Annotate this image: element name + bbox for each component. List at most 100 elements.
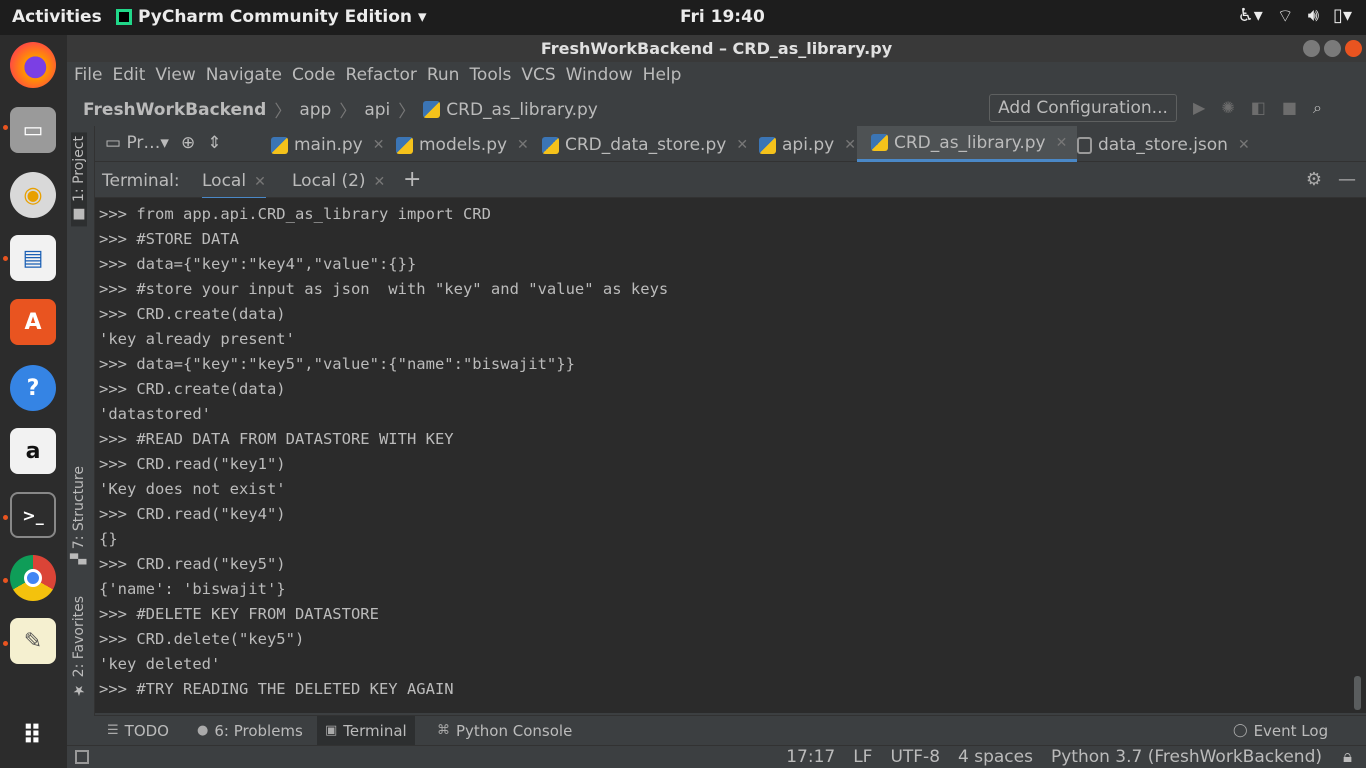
tab-main-py[interactable]: main.py ✕ <box>271 126 384 162</box>
tab-api-py[interactable]: api.py ✕ <box>759 126 856 162</box>
python-console-tool-button[interactable]: ⌘ Python Console <box>429 716 580 746</box>
file-encoding[interactable]: UTF-8 <box>890 747 940 767</box>
close-tab-icon[interactable]: ✕ <box>1056 135 1068 151</box>
python-interpreter[interactable]: Python 3.7 (FreshWorkBackend) <box>1051 747 1322 767</box>
volume-icon[interactable]: 🔊︎ <box>1308 5 1319 28</box>
activities-button[interactable]: Activities <box>12 7 102 27</box>
project-view-selector[interactable]: ▭ Pr…▾ ⊕ ⇕ <box>105 133 221 153</box>
help-icon[interactable]: ? <box>10 365 56 411</box>
terminal-tab-local[interactable]: Local ✕ <box>202 171 266 200</box>
window-titlebar[interactable]: FreshWorkBackend – CRD_as_library.py <box>67 35 1366 62</box>
terminal-icon[interactable]: >_ <box>10 492 56 538</box>
search-icon[interactable]: ⌕ <box>1313 98 1322 118</box>
clock[interactable]: Fri 19:40 <box>680 7 765 27</box>
terminal-scrollbar[interactable] <box>1348 198 1366 713</box>
debug-icon[interactable]: ✺ <box>1221 98 1234 118</box>
terminal-tab-local-2[interactable]: Local (2) ✕ <box>292 171 385 191</box>
menu-edit[interactable]: Edit <box>112 62 151 90</box>
files-icon[interactable]: ▭ <box>10 107 56 153</box>
favorites-tool-label: 2: Favorites <box>71 596 87 678</box>
menu-refactor[interactable]: Refactor <box>346 62 423 90</box>
close-tab-icon[interactable]: ✕ <box>736 137 748 153</box>
firefox-icon[interactable] <box>10 42 56 88</box>
terminal-line: {} <box>99 530 118 548</box>
minimize-icon[interactable] <box>1303 40 1320 57</box>
lock-icon[interactable]: 🔒︎ <box>1343 747 1352 767</box>
breadcrumb-app[interactable]: app <box>299 100 331 120</box>
todo-tool-button[interactable]: ☰ TODO <box>99 716 177 746</box>
project-tool-button[interactable]: ■ 1: Project <box>71 132 87 227</box>
event-log-tool-button[interactable]: ◯ Event Log <box>1225 716 1336 746</box>
text-editor-icon[interactable]: ✎ <box>10 618 56 664</box>
locate-icon[interactable]: ⊕ <box>181 133 195 153</box>
new-terminal-icon[interactable]: + <box>403 167 421 192</box>
structure-tool-button[interactable]: ▞ 7: Structure <box>71 466 87 564</box>
event-log-label: Event Log <box>1253 722 1329 740</box>
tool-windows-toggle-icon[interactable] <box>75 750 89 764</box>
gear-icon[interactable]: ⚙ <box>1306 169 1322 190</box>
close-tab-icon[interactable]: ✕ <box>254 174 266 190</box>
app-menu[interactable]: PyCharm Community Edition ▾ <box>116 7 427 27</box>
python-file-icon <box>271 136 288 154</box>
show-apps-icon[interactable]: ⠿ <box>10 713 56 759</box>
tab-data-store-json[interactable]: data_store.json ✕ <box>1077 126 1250 162</box>
terminal-output[interactable]: >>> from app.api.CRD_as_library import C… <box>95 198 1348 713</box>
software-icon[interactable]: A <box>10 299 56 345</box>
tab-label: models.py <box>419 135 508 155</box>
chrome-icon[interactable] <box>10 555 56 601</box>
close-tab-icon[interactable]: ✕ <box>373 137 385 153</box>
battery-icon[interactable]: ▯▾ <box>1333 5 1352 28</box>
tab-models-py[interactable]: models.py ✕ <box>396 126 529 162</box>
problems-label: 6: Problems <box>214 722 303 740</box>
breadcrumb-file[interactable]: CRD_as_library.py <box>423 100 598 120</box>
collapse-icon[interactable]: ⇕ <box>207 133 221 153</box>
add-configuration-button[interactable]: Add Configuration... <box>989 94 1177 122</box>
tab-label: CRD_as_library.py <box>894 132 1046 153</box>
close-tab-icon[interactable]: ✕ <box>374 174 386 190</box>
terminal-line: >>> CRD.read("key1") <box>99 455 286 473</box>
menu-code[interactable]: Code <box>292 62 342 90</box>
system-tray[interactable]: ♿▾ ⌔ 🔊︎ ▯▾ <box>1238 5 1352 28</box>
pycharm-icon <box>116 9 132 25</box>
menu-window[interactable]: Window <box>566 62 639 90</box>
menu-navigate[interactable]: Navigate <box>206 62 288 90</box>
menu-tools[interactable]: Tools <box>469 62 517 90</box>
favorites-tool-button[interactable]: ★ 2: Favorites <box>71 596 87 698</box>
python-icon: ⌘ <box>437 723 450 738</box>
terminal-line: >>> data={"key":"key5","value":{"name":"… <box>99 355 575 373</box>
breadcrumb-api[interactable]: api <box>364 100 390 120</box>
tab-crd-as-library-py[interactable]: CRD_as_library.py ✕ <box>857 126 1078 162</box>
maximize-icon[interactable] <box>1324 40 1341 57</box>
problems-tool-button[interactable]: ● 6: Problems <box>189 716 311 746</box>
indent-setting[interactable]: 4 spaces <box>958 747 1033 767</box>
system-top-bar: Activities PyCharm Community Edition ▾ F… <box>0 0 1366 35</box>
running-indicator <box>3 125 8 130</box>
menu-help[interactable]: Help <box>643 62 688 90</box>
menu-view[interactable]: View <box>155 62 201 90</box>
hide-icon[interactable]: — <box>1338 169 1356 190</box>
close-tab-icon[interactable]: ✕ <box>517 137 529 153</box>
coverage-icon[interactable]: ◧ <box>1251 98 1266 118</box>
menu-vcs[interactable]: VCS <box>521 62 561 90</box>
stop-icon[interactable]: ■ <box>1282 98 1297 118</box>
caret-position[interactable]: 17:17 <box>786 747 835 767</box>
wifi-icon[interactable]: ⌔ <box>1277 5 1294 28</box>
close-icon[interactable] <box>1345 40 1362 57</box>
run-icon[interactable]: ▶ <box>1193 98 1205 118</box>
breadcrumb-project[interactable]: FreshWorkBackend <box>83 100 266 120</box>
rhythmbox-icon[interactable]: ◉ <box>10 172 56 218</box>
amazon-icon[interactable]: a <box>10 428 56 474</box>
scrollbar-thumb[interactable] <box>1354 676 1361 710</box>
line-separator[interactable]: LF <box>853 747 872 767</box>
menu-run[interactable]: Run <box>427 62 466 90</box>
close-tab-icon[interactable]: ✕ <box>844 137 856 153</box>
terminal-line: >>> #READ DATA FROM DATASTORE WITH KEY <box>99 430 454 448</box>
project-tool-label: 1: Project <box>71 136 87 202</box>
terminal-tool-button[interactable]: ▣ Terminal <box>317 716 415 746</box>
accessibility-icon[interactable]: ♿▾ <box>1238 5 1263 28</box>
star-icon: ★ <box>71 677 87 698</box>
menu-file[interactable]: File <box>74 62 108 90</box>
close-tab-icon[interactable]: ✕ <box>1238 137 1250 153</box>
tab-crd-data-store-py[interactable]: CRD_data_store.py ✕ <box>542 126 748 162</box>
writer-icon[interactable]: ▤ <box>10 235 56 281</box>
